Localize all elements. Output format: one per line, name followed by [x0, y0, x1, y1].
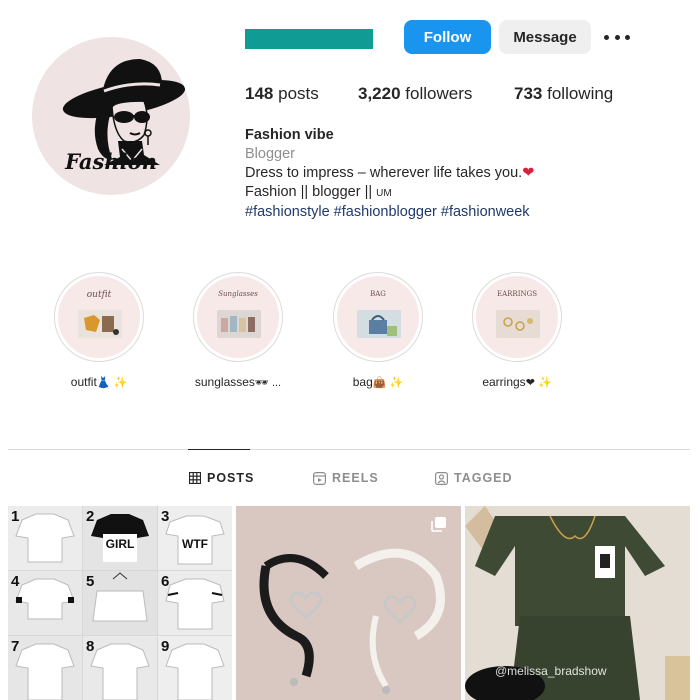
highlight-cover: outfit [58, 276, 140, 358]
following-label: following [547, 84, 614, 103]
more-options-icon[interactable] [604, 32, 630, 42]
tee-number: 8 [86, 638, 95, 655]
bio-hashtags[interactable]: #fashionstyle #fashionblogger #fashionwe… [245, 203, 534, 222]
highlight-sunglasses-label: sunglasses🕶 ... [178, 375, 298, 389]
tee-number: 4 [11, 573, 20, 590]
highlight-bag[interactable]: BAG [333, 272, 423, 362]
heart-icon: ❤ [522, 165, 535, 181]
bio-line-1-text: Dress to impress – wherever life takes y… [245, 165, 523, 181]
profile-category: Blogger [245, 146, 295, 162]
avatar-text: Fashion [65, 149, 157, 174]
tab-posts[interactable]: POSTS [189, 471, 254, 485]
outfit-photo [78, 310, 122, 338]
highlight-cover: EARRINGS [476, 276, 558, 358]
tee-number: 7 [11, 638, 20, 655]
highlight-label-text: bag [352, 375, 373, 389]
post-bracelets[interactable] [236, 506, 461, 700]
tee-number: 5 [86, 573, 95, 590]
bio-line-2-small: UM [376, 188, 392, 199]
followers-label: followers [405, 84, 473, 103]
tee-cell: 5 [83, 571, 157, 635]
reels-icon [313, 471, 326, 485]
tee-number: 2 [86, 508, 95, 525]
tab-tagged-label: TAGGED [454, 471, 513, 485]
highlight-cover: Sunglasses [197, 276, 279, 358]
profile-bio: Fashion vibe Blogger Dress to impress – … [245, 126, 534, 222]
highlight-label-text: outfit [70, 375, 97, 389]
earrings-photo [496, 310, 540, 338]
dress-sparkle-icon: 👗 ✨ [96, 377, 128, 389]
tee-cell: WTF 3 [158, 506, 232, 570]
posts-label: posts [278, 84, 319, 103]
heart-sparkle-icon: ❤ ✨ [525, 377, 552, 389]
tabs-divider [8, 449, 690, 450]
highlight-outfit[interactable]: outfit [54, 272, 144, 362]
bio-line-1: Dress to impress – wherever life takes y… [245, 164, 534, 183]
highlight-bag-label: bag👜 ✨ [318, 375, 438, 389]
highlight-cover-title: BAG [370, 290, 386, 298]
multiple-posts-icon [431, 517, 446, 532]
tee-number: 1 [11, 508, 20, 525]
follow-button[interactable]: Follow [404, 20, 491, 54]
highlight-cover-title: Sunglasses [218, 290, 258, 298]
highlight-earrings-label: earrings❤ ✨ [457, 375, 577, 389]
sunglasses-icon: 🕶 ... [254, 377, 282, 389]
tee-print-text: GIRL [106, 537, 135, 551]
post-tshirt-collage[interactable]: 1 GIRL 2 WTF 3 4 5 6 7 8 9 [8, 506, 232, 700]
message-button[interactable]: Message [499, 20, 591, 54]
tee-number: 6 [161, 573, 170, 590]
highlight-cover: BAG [337, 276, 419, 358]
post-knit-outfit[interactable]: @melissa_bradshow [465, 506, 690, 700]
posts-count: 148 [245, 84, 274, 103]
followers-count: 3,220 [358, 84, 401, 103]
highlight-label-text: earrings [482, 375, 526, 389]
tab-posts-label: POSTS [207, 471, 255, 485]
bio-line-2: Fashion || blogger || UM [245, 183, 534, 203]
profile-name: Fashion vibe [245, 127, 334, 143]
tee-cell: 8 [83, 636, 157, 700]
bio-line-2-text: Fashion || blogger || [245, 184, 377, 200]
highlight-sunglasses[interactable]: Sunglasses [193, 272, 283, 362]
grid-icon [189, 472, 201, 484]
tee-number: 3 [161, 508, 170, 525]
profile-avatar[interactable]: Fashion [32, 37, 190, 195]
photo-watermark: @melissa_bradshow [495, 664, 607, 678]
posts-stat: 148 posts [245, 84, 319, 104]
bracelets-photo [236, 506, 461, 700]
tee-number: 9 [161, 638, 170, 655]
tab-reels[interactable]: REELS [313, 471, 379, 485]
tab-tagged[interactable]: TAGGED [435, 471, 513, 485]
active-tab-indicator [188, 449, 250, 450]
highlight-earrings[interactable]: EARRINGS [472, 272, 562, 362]
tab-reels-label: REELS [332, 471, 379, 485]
bag-photo [357, 310, 401, 338]
highlight-cover-title: EARRINGS [497, 290, 537, 298]
tee-cell: 9 [158, 636, 232, 700]
profile-page: Fashion Follow Message 148 posts 3,220 f… [0, 0, 700, 700]
following-stat[interactable]: 733 following [514, 84, 613, 104]
tee-print-text: WTF [182, 537, 208, 551]
highlight-outfit-label: outfit👗 ✨ [39, 375, 159, 389]
tee-cell: 1 [8, 506, 82, 570]
highlight-cover-title: outfit [86, 290, 112, 300]
tee-cell: 4 [8, 571, 82, 635]
username-redaction [245, 29, 373, 49]
followers-stat[interactable]: 3,220 followers [358, 84, 472, 104]
tee-cell: GIRL 2 [83, 506, 157, 570]
bag-sparkle-icon: 👜 ✨ [372, 377, 404, 389]
tagged-icon [435, 471, 448, 485]
highlight-label-text: sunglasses [194, 375, 255, 389]
tee-cell: 7 [8, 636, 82, 700]
tee-cell: 6 [158, 571, 232, 635]
following-count: 733 [514, 84, 543, 103]
sunglasses-photo [217, 310, 261, 338]
